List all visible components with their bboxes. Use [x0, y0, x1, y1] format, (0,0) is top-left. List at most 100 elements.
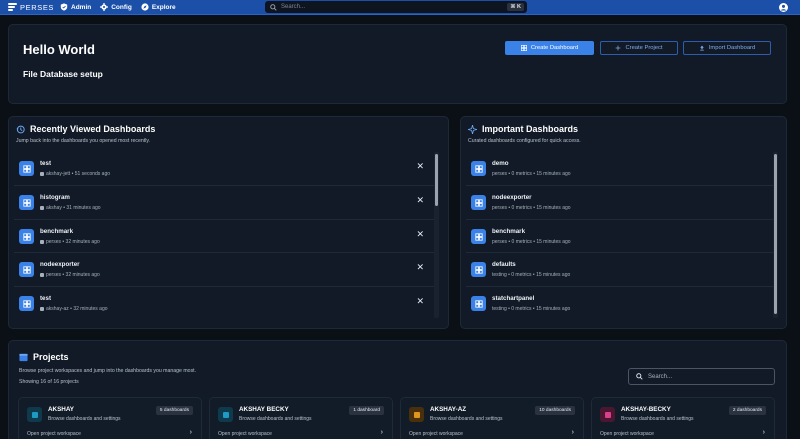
list-item[interactable]: defaults testing • 0 metrics • 15 minute…	[466, 252, 776, 285]
folder-icon	[19, 353, 28, 361]
create-project-button[interactable]: Create Project	[600, 41, 678, 55]
project-avatar	[600, 407, 615, 422]
remove-button[interactable]: ✕	[416, 297, 424, 306]
dashboard-name[interactable]: defaults	[492, 261, 516, 268]
gear-icon	[100, 3, 109, 11]
project-name: AKSHAY	[48, 406, 75, 413]
database-setup-label: File Database setup	[23, 69, 103, 79]
dashboard-count-badge: 1 dashboard	[349, 406, 384, 415]
dashboard-name[interactable]: statchartpanel	[492, 295, 534, 302]
dashboard-name[interactable]: test	[40, 160, 51, 167]
dashboard-meta: akshay • 31 minutes ago	[40, 205, 101, 211]
nav-explore[interactable]: Explore	[141, 3, 176, 11]
list-item[interactable]: benchmark perses • 0 metrics • 15 minute…	[466, 219, 776, 252]
shield-icon	[60, 3, 68, 11]
search-shortcut-badge: ⌘ K	[507, 3, 524, 11]
list-item[interactable]: demo perses • 0 metrics • 15 minutes ago	[466, 152, 776, 185]
top-navigation-bar: PERSES Admin Config Explore Search... ⌘ …	[0, 0, 800, 15]
list-item[interactable]: statchartpanel testing • 0 metrics • 15 …	[466, 286, 776, 319]
nav-admin[interactable]: Admin	[60, 3, 91, 11]
project-name: AKSHAY BECKY	[239, 406, 289, 413]
important-dashboards-title: Important Dashboards	[468, 124, 578, 134]
project-card[interactable]: AKSHAY-BECKY Browse dashboards and setti…	[591, 397, 775, 439]
dashboard-icon	[471, 229, 486, 244]
project-search-placeholder: Search...	[648, 373, 673, 380]
search-icon	[636, 373, 643, 380]
create-project-label: Create Project	[625, 45, 663, 51]
recent-scrollbar-thumb[interactable]	[435, 154, 438, 206]
project-card[interactable]: AKSHAY-AZ Browse dashboards and settings…	[400, 397, 584, 439]
recent-scrollbar[interactable]	[434, 152, 439, 318]
page-title: Hello World	[23, 42, 95, 57]
project-icon	[40, 273, 44, 277]
dashboard-meta: testing • 0 metrics • 15 minutes ago	[492, 272, 571, 278]
create-dashboard-label: Create Dashboard	[530, 45, 579, 51]
remove-button[interactable]: ✕	[416, 230, 424, 239]
dashboard-meta: perses • 32 minutes ago	[40, 239, 100, 245]
list-item[interactable]: test akshay-az • 32 minutes ago ✕	[14, 286, 436, 319]
project-card[interactable]: AKSHAY Browse dashboards and settings 5 …	[18, 397, 202, 439]
dashboard-name[interactable]: histogram	[40, 194, 70, 201]
dashboard-meta-text: perses • 32 minutes ago	[46, 239, 100, 245]
dashboard-meta-text: akshay-az • 32 minutes ago	[46, 306, 108, 312]
list-item[interactable]: test akshay-jett • 51 seconds ago ✕	[14, 152, 436, 185]
dashboard-name[interactable]: demo	[492, 160, 509, 167]
remove-button[interactable]: ✕	[416, 263, 424, 272]
project-description: Browse dashboards and settings	[430, 416, 503, 422]
remove-button[interactable]: ✕	[416, 162, 424, 171]
nav-explore-label: Explore	[151, 3, 176, 11]
dashboard-meta-text: akshay-jett • 51 seconds ago	[46, 171, 111, 177]
open-project-link[interactable]: Open project workspace	[27, 431, 81, 437]
import-dashboard-button[interactable]: Import Dashboard	[683, 41, 771, 55]
search-icon	[270, 3, 277, 11]
perses-logo-icon	[8, 3, 17, 11]
open-project-link[interactable]: Open project workspace	[409, 431, 463, 437]
nav-admin-label: Admin	[71, 3, 92, 11]
project-avatar	[218, 407, 233, 422]
open-project-link[interactable]: Open project workspace	[600, 431, 654, 437]
perses-logo[interactable]: PERSES	[8, 3, 60, 12]
important-scrollbar-thumb[interactable]	[774, 154, 777, 314]
dashboard-name[interactable]: benchmark	[40, 228, 73, 235]
project-card[interactable]: AKSHAY BECKY Browse dashboards and setti…	[209, 397, 393, 439]
nav-config[interactable]: Config	[100, 3, 132, 11]
projects-title-text: Projects	[33, 352, 69, 362]
dashboard-icon	[19, 195, 34, 210]
important-dashboard-list: demo perses • 0 metrics • 15 minutes ago…	[466, 152, 776, 319]
dashboard-name[interactable]: nodeexporter	[492, 194, 532, 201]
dashboard-name[interactable]: benchmark	[492, 228, 525, 235]
chevron-right-icon: ›	[571, 429, 574, 436]
recently-viewed-title-text: Recently Viewed Dashboards	[30, 124, 156, 134]
dashboard-name[interactable]: test	[40, 295, 51, 302]
remove-button[interactable]: ✕	[416, 196, 424, 205]
list-item[interactable]: nodeexporter perses • 32 minutes ago ✕	[14, 252, 436, 285]
project-search-input[interactable]: Search...	[628, 368, 775, 385]
important-dashboards-title-text: Important Dashboards	[482, 124, 579, 134]
create-dashboard-button[interactable]: Create Dashboard	[505, 41, 594, 55]
search-placeholder: Search...	[281, 4, 306, 10]
list-item[interactable]: histogram akshay • 31 minutes ago ✕	[14, 185, 436, 218]
important-scrollbar[interactable]	[773, 152, 778, 318]
open-project-link[interactable]: Open project workspace	[218, 431, 272, 437]
dashboard-name[interactable]: nodeexporter	[40, 261, 80, 268]
project-description: Browse dashboards and settings	[621, 416, 694, 422]
dashboard-meta: perses • 0 metrics • 15 minutes ago	[492, 205, 571, 211]
dashboard-meta: akshay-jett • 51 seconds ago	[40, 171, 110, 177]
dashboard-meta: testing • 0 metrics • 15 minutes ago	[492, 306, 571, 312]
import-dashboard-label: Import Dashboard	[708, 45, 756, 51]
compass-icon	[141, 3, 149, 11]
account-icon[interactable]	[779, 3, 788, 12]
list-item[interactable]: benchmark perses • 32 minutes ago ✕	[14, 219, 436, 252]
dashboard-icon	[19, 229, 34, 244]
global-search-input[interactable]: Search... ⌘ K	[265, 1, 527, 13]
dashboard-count-badge: 10 dashboards	[535, 406, 575, 415]
project-description: Browse dashboards and settings	[239, 416, 312, 422]
dashboard-count-badge: 5 dashboards	[155, 406, 193, 415]
dashboard-meta: perses • 32 minutes ago	[40, 272, 100, 278]
recently-viewed-title: Recently Viewed Dashboards	[16, 124, 155, 134]
nav-config-label: Config	[111, 3, 132, 11]
list-item[interactable]: nodeexporter perses • 0 metrics • 15 min…	[466, 185, 776, 218]
project-icon	[40, 206, 44, 210]
upload-icon	[699, 45, 704, 51]
project-name: AKSHAY-AZ	[430, 406, 467, 413]
